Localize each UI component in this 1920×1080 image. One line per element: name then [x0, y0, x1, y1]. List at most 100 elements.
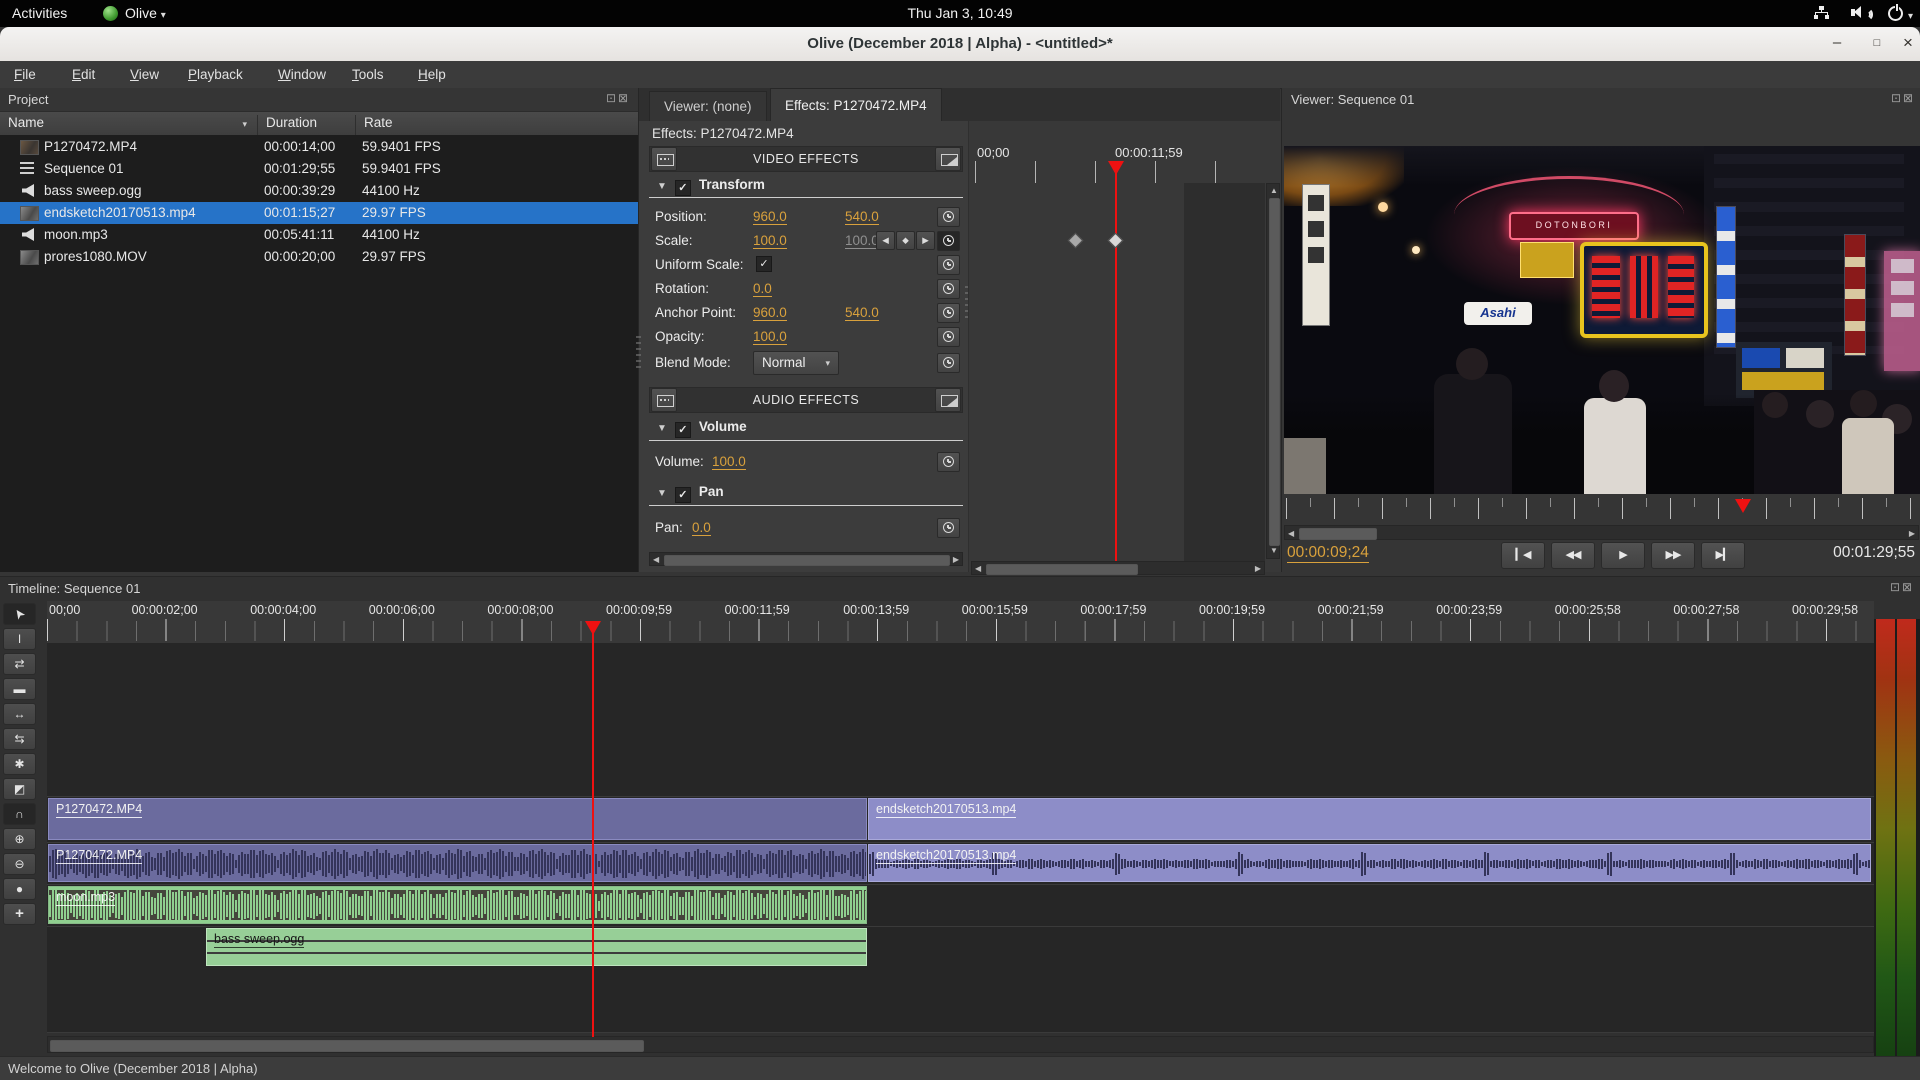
transition-tool-button[interactable]: ◩ [3, 778, 36, 800]
column-header-rate[interactable]: Rate [355, 115, 638, 135]
prev-keyframe-button[interactable]: ◀ [876, 231, 895, 250]
maximize-button[interactable]: □ [1865, 32, 1889, 56]
ripple-tool-button[interactable]: ⇄ [3, 653, 36, 675]
clip-p1270472-mp4[interactable]: P1270472.MP4 [48, 798, 867, 840]
viewer-horizontal-scrollbar[interactable]: ◀ ▶ [1284, 525, 1919, 540]
column-header-name[interactable]: Name ▾ [0, 115, 257, 135]
media-item-p1270472-mp4[interactable]: P1270472.MP4 00:00:14;00 59.9401 FPS [0, 136, 638, 158]
pan-keyframe-button[interactable] [937, 518, 960, 538]
skip-to-start-button[interactable]: ▎◀ [1501, 542, 1545, 569]
clip-endsketch20170513-mp4[interactable]: endsketch20170513.mp4 [868, 798, 1871, 840]
toggle-keyframe-button[interactable]: ◆ [896, 231, 915, 250]
panel-float-close-icons[interactable]: ⊡⊠ [1891, 91, 1915, 105]
video-effects-menu-button[interactable] [935, 147, 961, 171]
media-item-bass-sweep-ogg[interactable]: bass sweep.ogg 00:00:39:29 44100 Hz [0, 180, 638, 202]
uniform-scale-checkbox[interactable]: ✓ [756, 256, 772, 272]
audio-effects-menu-button[interactable] [935, 388, 961, 412]
timeline-tracks[interactable]: P1270472.MP4 endsketch20170513.mp4 P127047… [47, 643, 1874, 1033]
keyframe-vertical-scrollbar[interactable]: ▲ ▼ [1266, 183, 1280, 559]
rotation-value[interactable]: 0.0 [753, 281, 772, 297]
opacity-keyframe-button[interactable] [937, 327, 960, 347]
keyframe-ruler-ticks[interactable] [975, 161, 1275, 183]
position-keyframe-button[interactable] [937, 207, 960, 227]
collapse-arrow-icon[interactable]: ▼ [657, 488, 667, 499]
media-item-endsketch20170513-mp4[interactable]: endsketch20170513.mp4 00:01:15;27 29.97 FP… [0, 202, 638, 224]
tab-viewer-none[interactable]: Viewer: (none) [649, 91, 767, 121]
menu-file[interactable]: File [8, 65, 42, 84]
slide-tool-button[interactable]: ⇆ [3, 728, 36, 750]
minimize-button[interactable]: – [1825, 32, 1849, 56]
media-item-sequence-01[interactable]: Sequence 01 00:01:29;55 59.9401 FPS [0, 158, 638, 180]
snapping-tool-button[interactable]: ∩ [3, 803, 36, 825]
record-tool-button[interactable]: ● [3, 878, 36, 900]
rewind-button[interactable]: ◀◀ [1551, 542, 1595, 569]
tab-effects[interactable]: Effects: P1270472.MP4 [770, 88, 942, 122]
volume-keyframe-button[interactable] [937, 452, 960, 472]
keyframe-diamond[interactable] [1067, 232, 1084, 249]
next-keyframe-button[interactable]: ▶ [916, 231, 935, 250]
keyframe-horizontal-scrollbar[interactable]: ◀ ▶ [971, 561, 1265, 575]
menu-playback[interactable]: Playback [182, 65, 249, 84]
razor-tool-button[interactable]: ▬ [3, 678, 36, 700]
zoom-in-tool-button[interactable]: ⊕ [3, 828, 36, 850]
opacity-value[interactable]: 100.0 [753, 329, 787, 345]
media-item-moon-mp3[interactable]: moon.mp3 00:05:41:11 44100 Hz [0, 224, 638, 246]
timeline-horizontal-scrollbar[interactable] [47, 1036, 1874, 1053]
media-item-prores1080-mov[interactable]: prores1080.MOV 00:00:20;00 29.97 FPS [0, 246, 638, 268]
slip-tool-button[interactable]: ↔ [3, 703, 36, 725]
pan-value[interactable]: 0.0 [692, 520, 711, 536]
blend-keyframe-button[interactable] [937, 353, 960, 373]
scale-keyframe-button-active[interactable] [937, 231, 960, 251]
panel-float-close-icons[interactable]: ⊡⊠ [606, 91, 630, 105]
effects-horizontal-scrollbar[interactable]: ◀ ▶ [649, 552, 963, 566]
menu-tools[interactable]: Tools [346, 65, 390, 84]
menu-help[interactable]: Help [412, 65, 452, 84]
position-y-value[interactable]: 540.0 [845, 209, 879, 225]
fast-forward-button[interactable]: ▶▶ [1651, 542, 1695, 569]
menu-view[interactable]: View [124, 65, 165, 84]
clip-bass-sweep-ogg[interactable]: bass sweep.ogg [206, 928, 867, 966]
rotation-keyframe-button[interactable] [937, 279, 960, 299]
transform-enabled-checkbox[interactable]: ✓ [674, 180, 691, 196]
clip-endsketch20170513-mp4[interactable]: endsketch20170513.mp4 [868, 844, 1871, 882]
menu-window[interactable]: Window [272, 65, 332, 84]
pan-enabled-checkbox[interactable]: ✓ [674, 487, 691, 503]
viewer-current-timecode[interactable]: 00:00:09;24 [1287, 544, 1369, 563]
panel-splitter-handle[interactable] [636, 336, 641, 372]
timeline-ruler[interactable]: 00;00 00:00:02;00 00:00:04;00 00:00:06;00 00… [47, 601, 1874, 643]
keyframe-diamond-selected[interactable] [1107, 232, 1124, 249]
collapse-arrow-icon[interactable]: ▼ [657, 181, 667, 192]
anchor-keyframe-button[interactable] [937, 303, 960, 323]
play-button[interactable]: ▶ [1601, 542, 1645, 569]
volume-value[interactable]: 100.0 [712, 454, 746, 470]
column-header-duration[interactable]: Duration [257, 115, 355, 135]
skip-to-end-button[interactable]: ▶▎ [1701, 542, 1745, 569]
menu-edit[interactable]: Edit [66, 65, 101, 84]
edit-tool-button[interactable]: I [3, 628, 36, 650]
add-tool-button[interactable]: + [3, 903, 36, 925]
hand-tool-button[interactable]: ✱ [3, 753, 36, 775]
transform-effect-header[interactable]: ▼ ✓ Transform [657, 177, 765, 196]
panel-float-close-icons[interactable]: ⊡⊠ [1890, 580, 1914, 594]
zoom-out-tool-button[interactable]: ⊖ [3, 853, 36, 875]
clock[interactable]: Thu Jan 3, 10:49 [0, 4, 1920, 23]
position-x-value[interactable]: 960.0 [753, 209, 787, 225]
collapse-arrow-icon[interactable]: ▼ [657, 423, 667, 434]
clip-moon-mp3[interactable]: moon.mp3 [48, 886, 867, 924]
volume-effect-header[interactable]: ▼ ✓ Volume [657, 419, 747, 438]
anchor-x-value[interactable]: 960.0 [753, 305, 787, 321]
project-table-header[interactable]: Name ▾ Duration Rate [0, 111, 638, 136]
uniform-scale-keyframe-button[interactable] [937, 255, 960, 275]
pointer-tool-button[interactable]: ➤ [3, 603, 36, 625]
volume-enabled-checkbox[interactable]: ✓ [674, 422, 691, 438]
close-button[interactable]: × [1896, 32, 1920, 56]
pan-effect-header[interactable]: ▼ ✓ Pan [657, 484, 724, 503]
anchor-y-value[interactable]: 540.0 [845, 305, 879, 321]
scale-x-value[interactable]: 100.0 [753, 233, 787, 249]
system-menu-chevron-icon[interactable]: ▾ [1908, 7, 1913, 26]
viewer-playhead-marker[interactable] [1735, 499, 1751, 513]
window-titlebar[interactable]: Olive (December 2018 | Alpha) - <untitle… [0, 27, 1920, 62]
video-preview[interactable]: DOTONBORI Asahi [1284, 146, 1920, 494]
clip-p1270472-mp4[interactable]: P1270472.MP4 [48, 844, 867, 882]
blend-mode-dropdown[interactable]: Normal ▾ [753, 351, 839, 375]
